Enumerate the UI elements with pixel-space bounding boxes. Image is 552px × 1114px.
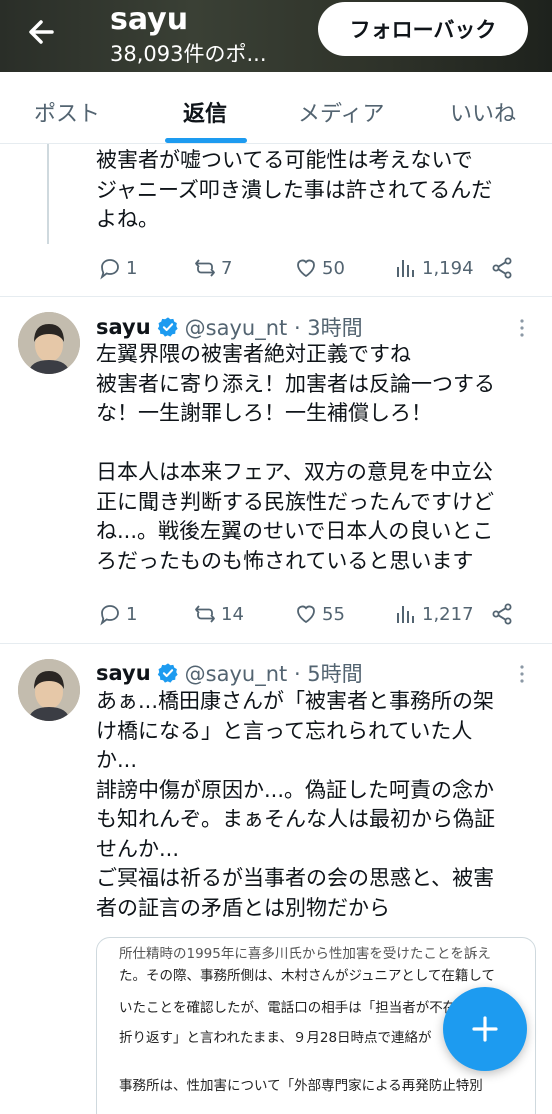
author-handle-time[interactable]: @sayu_nt · 5時間 [185, 658, 363, 688]
reply-button[interactable]: 1 [98, 256, 137, 280]
view-count: 1,217 [422, 603, 474, 625]
tweet-header: sayu @sayu_nt · 5時間 [96, 658, 363, 688]
more-options-icon[interactable] [512, 662, 532, 686]
tweet-text-line: か... [96, 748, 138, 772]
tab-likes[interactable]: いいね [450, 96, 516, 128]
avatar[interactable] [18, 659, 80, 721]
tweet-text-line: ご冥福は祈るが当事者の会の思惑と、被害 [96, 866, 495, 890]
profile-name: sayu [110, 2, 189, 37]
views-button[interactable]: 1,194 [394, 256, 474, 280]
tweet-text-line: 日本人は本来フェア、双方の意見を中立公 [96, 460, 493, 484]
image-text-line: 事務所は、性加害について「外部専門家による再発防止特別 [119, 1078, 483, 1094]
like-button[interactable]: 50 [294, 256, 345, 280]
verified-badge-icon [157, 663, 178, 683]
tweet-text-line: け橋になる」と言って忘れられていた人 [96, 718, 473, 743]
like-count: 50 [322, 257, 345, 279]
reply-count: 1 [126, 603, 138, 625]
like-button[interactable]: 55 [294, 602, 345, 626]
tab-media[interactable]: メディア [298, 96, 384, 128]
image-text-line: いたことを確認したが、電話口の相手は「担当者が不在 [119, 1000, 457, 1016]
repost-icon [195, 259, 215, 277]
author-name[interactable]: sayu [96, 661, 151, 685]
views-chart-icon [397, 606, 414, 623]
reply-icon [100, 259, 119, 280]
views-chart-icon [397, 260, 414, 277]
tweet-text-line: 誹謗中傷が原因か...。偽証した呵責の念か [96, 777, 495, 802]
back-arrow-icon[interactable] [22, 14, 62, 50]
tweet-text-line: ろだったものも怖されていると思います [96, 548, 474, 573]
plus-icon [472, 1016, 498, 1042]
avatar[interactable] [18, 312, 80, 374]
repost-button[interactable]: 14 [193, 602, 244, 626]
share-icon [492, 603, 512, 625]
image-text-line: 折り返す」と言われたまま、９月28日時点で連絡が [119, 1030, 432, 1046]
reply-button[interactable]: 1 [98, 602, 137, 626]
view-count: 1,194 [422, 257, 474, 279]
tweet-divider [0, 643, 552, 644]
repost-count: 14 [221, 603, 244, 625]
reply-count: 1 [126, 257, 138, 279]
tab-posts[interactable]: ポスト [34, 96, 100, 128]
tweet-text-line: 正に聞き判断する民族性だったんですけど [96, 489, 494, 514]
share-icon [492, 257, 512, 279]
views-button[interactable]: 1,217 [394, 602, 474, 626]
image-text-line: た。その際、事務所側は、木村さんがジュニアとして在籍して [119, 968, 495, 984]
tweet-header: sayu @sayu_nt · 3時間 [96, 312, 363, 342]
author-name[interactable]: sayu [96, 315, 151, 339]
tweet-text[interactable]: あぁ...橋田康さんが「被害者と事務所の架 け橋になる」と言って忘れられていた人… [96, 687, 542, 923]
tweet-text-line: あぁ...橋田康さんが「被害者と事務所の架 [96, 689, 495, 713]
tweet-text-line: ね...。戦後左翼のせいで日本人の良いとこ [96, 519, 494, 543]
image-text-line: 所仕精時の1995年に喜多川氏から性加害を受けたことを訴え [119, 946, 491, 962]
tab-replies[interactable]: 返信 [183, 96, 227, 128]
tweet-text-line: 被害者が嘘ついてる可能性は考えないで [96, 148, 473, 172]
active-tab-indicator [165, 138, 247, 143]
like-count: 55 [322, 603, 345, 625]
repost-count: 7 [221, 257, 233, 279]
post-count: 38,093件のポ... [110, 42, 267, 66]
tweet-text-line: な！一生謝罪しろ！一生補償しろ！ [96, 401, 432, 425]
tweet-text-line: 者の証言の矛盾とは別物だから [96, 895, 390, 920]
thread-line [47, 144, 49, 244]
tweet-text-line: せんか... [96, 836, 180, 861]
tweet-text-line [96, 429, 542, 459]
repost-button[interactable]: 7 [193, 256, 232, 280]
share-button[interactable] [490, 256, 518, 280]
tweet-divider [0, 296, 552, 297]
share-button[interactable] [490, 602, 518, 626]
tweet-text-line: 左翼界隈の被害者絶対正義ですね [96, 342, 411, 366]
tweet-text-line: 被害者に寄り添え！加害者は反論一つする [96, 371, 495, 396]
tweet-text[interactable]: 左翼界隈の被害者絶対正義ですね 被害者に寄り添え！加害者は反論一つする な！一生… [96, 340, 542, 576]
follow-back-button[interactable]: フォローバック [318, 2, 528, 56]
reply-icon [100, 605, 119, 626]
repost-icon [195, 605, 215, 623]
tweet-text-line: ジャニーズ叩き潰した事は許されてるんだ [96, 177, 493, 202]
profile-header: sayu 38,093件のポ... フォローバック [0, 0, 552, 72]
tweet-text-line: よね。 [96, 207, 159, 231]
heart-icon [297, 605, 315, 624]
heart-icon [297, 259, 315, 278]
verified-badge-icon [157, 317, 178, 337]
compose-button[interactable] [443, 987, 527, 1071]
author-handle-time[interactable]: @sayu_nt · 3時間 [185, 312, 363, 342]
tweet-text-line: も知れんぞ。まぁそんな人は最初から偽証 [96, 807, 495, 831]
profile-tabs: ポスト 返信 メディア いいね [0, 72, 552, 144]
more-options-icon[interactable] [512, 316, 532, 340]
tweet-text[interactable]: 被害者が嘘ついてる可能性は考えないで ジャニーズ叩き潰した事は許されてるんだ よ… [96, 146, 542, 235]
